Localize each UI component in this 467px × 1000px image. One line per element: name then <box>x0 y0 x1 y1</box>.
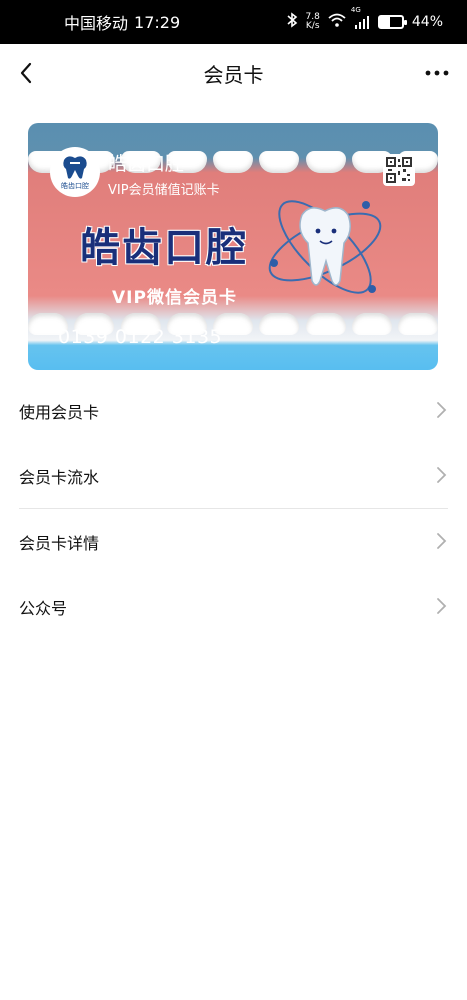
more-options-button[interactable] <box>421 57 453 89</box>
network-speed-unit: K/s <box>305 21 320 31</box>
menu-item-label: 会员卡流水 <box>19 467 100 487</box>
page-title: 会员卡 <box>203 62 264 87</box>
card-name: 皓齿口腔 <box>108 153 185 175</box>
menu-item-label: 会员卡详情 <box>19 533 100 553</box>
signal-icon: 4G <box>351 6 370 29</box>
card-number: 0139 0122 3135 <box>58 326 223 348</box>
chevron-right-icon <box>437 533 447 549</box>
tooth-logo-icon <box>63 155 87 179</box>
menu-item-use-card[interactable]: 使用会员卡 <box>0 378 467 443</box>
network-speed: 7.8 K/s <box>306 13 320 31</box>
status-right: 7.8 K/s 4G 44% <box>286 6 443 32</box>
navigation-header: 会员卡 <box>0 44 467 102</box>
card-subtitle: VIP会员储值记账卡 <box>108 183 220 198</box>
menu-item-label: 公众号 <box>19 598 68 618</box>
card-vip-text: VIP微信会员卡 <box>112 288 237 308</box>
back-button[interactable] <box>10 57 42 89</box>
wifi-icon <box>328 13 346 31</box>
status-bar: 中国移动 17:29 7.8 K/s 4G 44% <box>0 0 467 44</box>
card-logo: 皓齿口腔 <box>50 147 100 197</box>
battery-fill <box>379 17 390 27</box>
bluetooth-icon <box>286 12 298 32</box>
signal-tag: 4G <box>350 6 361 14</box>
battery-percentage: 44% <box>411 14 443 30</box>
menu-item-label: 使用会员卡 <box>19 402 100 422</box>
more-horizontal-icon <box>425 70 449 76</box>
qr-code-icon <box>386 157 412 183</box>
menu-item-card-transactions[interactable]: 会员卡流水 <box>0 443 467 508</box>
status-left: 中国移动 17:29 <box>64 10 180 34</box>
menu-item-official-account[interactable]: 公众号 <box>0 574 467 639</box>
membership-card[interactable]: 皓齿口腔 皓齿口腔 VIP会员储值记账卡 皓齿口腔 VIP微信会员卡 0139 … <box>28 123 438 370</box>
chevron-left-icon <box>20 62 32 84</box>
chevron-right-icon <box>437 598 447 614</box>
card-logo-text: 皓齿口腔 <box>61 181 89 190</box>
chevron-right-icon <box>437 467 447 483</box>
menu-item-card-details[interactable]: 会员卡详情 <box>0 509 467 574</box>
qr-code-button[interactable] <box>383 154 415 186</box>
carrier-name: 中国移动 <box>64 14 129 33</box>
chevron-right-icon <box>437 402 447 418</box>
card-brand-title: 皓齿口腔 <box>80 224 248 271</box>
battery-icon <box>377 15 407 29</box>
clock-time: 17:29 <box>134 12 181 32</box>
card-menu-list: 使用会员卡 会员卡流水 会员卡详情 公众号 <box>0 378 467 639</box>
tooth-atom-illustration <box>268 200 382 294</box>
